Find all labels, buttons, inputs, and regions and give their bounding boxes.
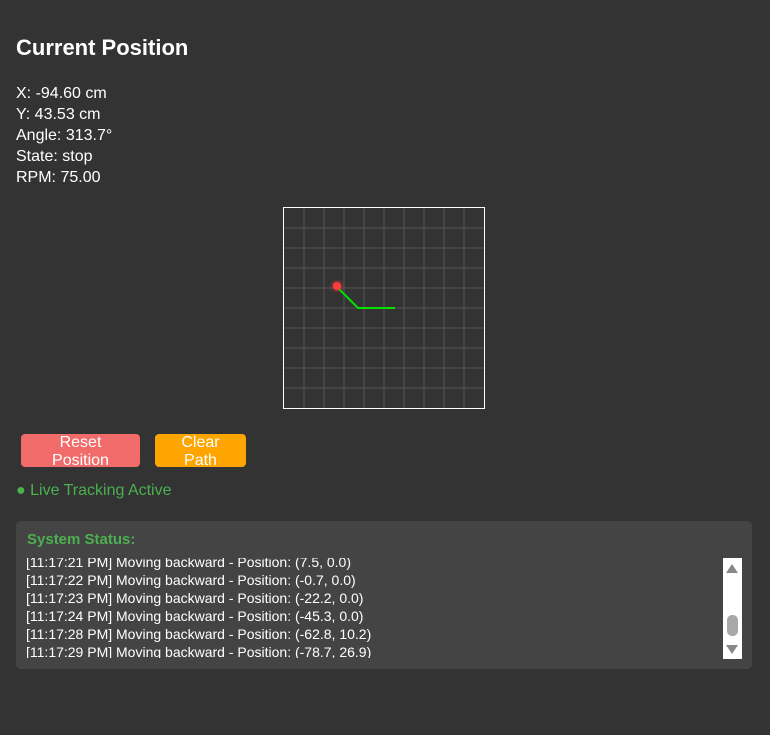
scroll-down-arrow-icon[interactable]: [726, 645, 738, 654]
log-line: [11:17:21 PM] Moving backward - Position…: [26, 558, 352, 570]
log-line: [11:17:29 PM] Moving backward - Position…: [26, 644, 372, 658]
page: Current Position X: -94.60 cm Y: 43.53 c…: [0, 0, 770, 735]
state-readout: State: stop: [16, 148, 93, 165]
robot-position-marker: [333, 282, 341, 290]
position-readouts: X: -94.60 cm Y: 43.53 cm Angle: 313.7° S…: [16, 83, 112, 188]
robot-path: [336, 286, 395, 309]
x-readout: X: -94.60 cm: [16, 85, 107, 102]
scroll-thumb[interactable]: [727, 615, 738, 636]
log-line: [11:17:22 PM] Moving backward - Position…: [26, 572, 356, 588]
page-title: Current Position: [16, 35, 189, 60]
reset-position-button[interactable]: Reset Position: [21, 434, 140, 469]
status-log-content: [11:17:21 PM] Moving backward - Position…: [26, 558, 371, 658]
status-log-scrollbar[interactable]: [723, 558, 742, 659]
log-line: [11:17:23 PM] Moving backward - Position…: [26, 590, 364, 606]
angle-readout: Angle: 313.7°: [16, 127, 113, 144]
tracking-canvas: [283, 207, 485, 409]
log-line: [11:17:28 PM] Moving backward - Position…: [26, 626, 372, 642]
log-line: [11:17:24 PM] Moving backward - Position…: [26, 608, 364, 624]
live-tracking-status: ● Live Tracking Active: [16, 482, 172, 499]
system-status-title: System Status:: [27, 531, 136, 548]
rpm-readout: RPM: 75.00: [16, 169, 101, 186]
status-log[interactable]: [11:17:21 PM] Moving backward - Position…: [26, 558, 724, 658]
system-status-panel: System Status: [11:17:21 PM] Moving back…: [16, 521, 752, 669]
clear-path-button[interactable]: Clear Path: [155, 434, 246, 469]
scroll-up-arrow-icon[interactable]: [726, 564, 738, 573]
y-readout: Y: 43.53 cm: [16, 106, 101, 123]
tracking-grid: [284, 208, 484, 408]
